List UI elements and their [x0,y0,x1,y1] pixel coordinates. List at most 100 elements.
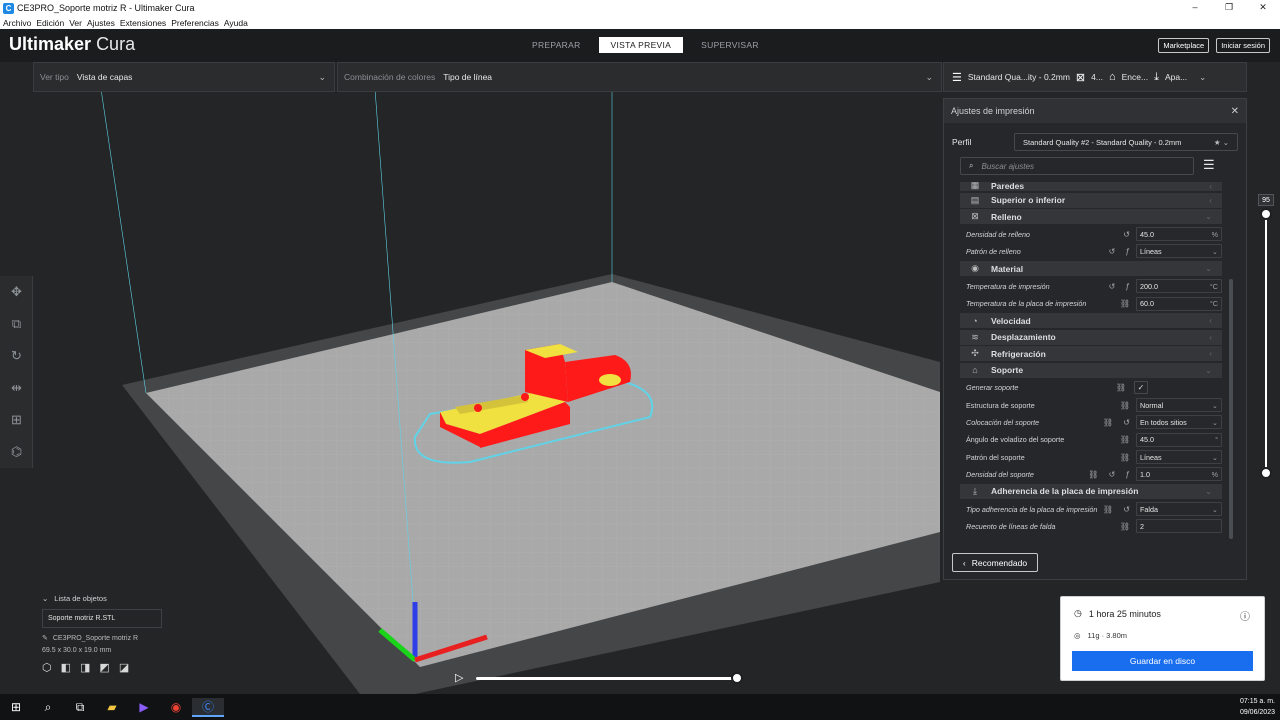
right-view-icon[interactable]: ◪ [119,661,129,674]
path-slider-handle[interactable] [731,672,743,684]
task-view-icon[interactable]: ⧉ [64,700,96,715]
system-clock[interactable]: 07:15 a. m. 09/06/2023 [1240,696,1275,718]
play-icon[interactable]: ▷ [455,671,463,684]
category-relleno[interactable]: ⊠ Relleno ⌄ [960,209,1222,224]
reset-function-icons[interactable]: ↺ ƒ [1109,282,1134,291]
link-icon[interactable]: ⛓ [1120,299,1134,308]
layer-slider[interactable]: 95 [1258,194,1274,484]
category-material[interactable]: ◉ Material ⌄ [960,261,1222,277]
setting-patron-relleno: Patrón de relleno ↺ ƒ Líneas ⌄ [960,243,1222,260]
menu-ajustes[interactable]: Ajustes [87,18,115,28]
tab-vista-previa[interactable]: VISTA PREVIA [598,37,684,53]
settings-menu-icon[interactable]: ☰ [1203,157,1215,173]
marketplace-button[interactable]: Marketplace [1158,38,1210,53]
category-paredes[interactable]: ▦ Paredes ‹ [960,182,1222,191]
project-name[interactable]: ✎ CE3PRO_Soporte motriz R [42,634,172,643]
menu-edicion[interactable]: Edición [36,18,64,28]
view-type-selector[interactable]: Ver tipo Vista de capas ⌄ [33,62,335,92]
infill-pattern-select[interactable]: Líneas ⌄ [1136,244,1222,259]
category-adherencia[interactable]: ⤓ Adherencia de la placa de impresión ⌄ [960,483,1222,499]
menu-ver[interactable]: Ver [69,18,82,28]
link-icon[interactable]: ⛓ [1120,453,1134,462]
settings-scrollbar[interactable] [1229,279,1233,539]
link-icon[interactable]: ⛓ [1120,401,1134,410]
info-icon[interactable]: ⓘ [1240,608,1250,623]
tab-preparar[interactable]: PREPARAR [520,37,593,53]
category-velocidad[interactable]: ◔ Velocidad ‹ [960,313,1222,329]
minimize-button[interactable]: – [1178,0,1212,16]
left-view-icon[interactable]: ◩ [99,661,109,674]
link-icon[interactable]: ⛓ [1120,522,1134,531]
infill-density-input[interactable]: 45.0% [1136,227,1222,242]
close-icon[interactable]: ✕ [1231,106,1239,117]
adhesion-type-select[interactable]: Falda ⌄ [1136,502,1222,517]
setting-temp-placa: Temperatura de la placa de impresión ⛓ 6… [960,295,1222,312]
layer-track[interactable] [1265,214,1267,474]
chevron-left-icon: ‹ [1209,195,1212,205]
top-view-icon[interactable]: ◨ [80,661,90,674]
generate-support-checkbox[interactable]: ✓ [1134,381,1148,395]
support-pattern-select[interactable]: Líneas ⌄ [1136,450,1222,465]
support-blocker-icon[interactable]: ⌬ [0,436,33,468]
link-reset-icons[interactable]: ⛓ ↺ [1103,505,1134,514]
object-list-header[interactable]: ⌄ Lista de objetos [42,594,172,603]
link-reset-function-icons[interactable]: ⛓ ↺ ƒ [1088,470,1134,479]
front-view-icon[interactable]: ◧ [61,661,71,674]
skirt-lines-input[interactable]: 2 [1136,519,1222,534]
link-icon[interactable]: ⛓ [1120,435,1134,444]
tab-supervisar[interactable]: SUPERVISAR [689,37,771,53]
maximize-button[interactable]: ❐ [1212,0,1246,16]
setting-colocacion-soporte: Colocación del soporte ⛓ ↺ En todos siti… [960,414,1222,431]
path-slider-track[interactable] [476,677,738,680]
scale-icon[interactable]: ⧉ [0,308,33,340]
chrome-icon[interactable]: ◉ [160,700,192,714]
link-reset-icons[interactable]: ⛓ ↺ [1103,418,1134,427]
close-button[interactable]: ✕ [1246,0,1280,16]
window-controls: – ❐ ✕ [1178,0,1280,16]
layer-bottom-handle[interactable] [1260,467,1272,479]
menu-ayuda[interactable]: Ayuda [224,18,248,28]
brand-logo: Ultimaker Cura [9,34,136,54]
adhesion-summary: Apa... [1164,72,1188,82]
search-icon[interactable]: ⌕ [32,700,64,715]
recommended-button[interactable]: ‹ Recomendado [952,553,1038,572]
reset-function-icons[interactable]: ↺ ƒ [1109,247,1134,256]
login-button[interactable]: Iniciar sesión [1216,38,1270,53]
menu-preferencias[interactable]: Preferencias [171,18,219,28]
category-soporte[interactable]: ⌂ Soporte ⌄ [960,362,1222,378]
menu-extensiones[interactable]: Extensiones [120,18,166,28]
support-structure-select[interactable]: Normal ⌄ [1136,398,1222,413]
reset-icon[interactable]: ↺ [1123,230,1134,239]
cura-taskbar-icon[interactable]: Ⓒ [192,697,224,717]
menu-archivo[interactable]: Archivo [3,18,31,28]
spool-icon: ◎ [1074,631,1081,640]
file-explorer-icon[interactable]: ▰ [96,700,128,714]
object-list-item[interactable]: Soporte motriz R.STL [42,609,162,628]
category-refrigeracion[interactable]: ✣ Refrigeración ‹ [960,346,1222,362]
link-icon[interactable]: ⛓ [1116,383,1130,392]
category-desplazamiento[interactable]: ≋ Desplazamiento ‹ [960,329,1222,345]
move-icon[interactable]: ✥ [0,276,33,308]
support-density-input[interactable]: 1.0% [1136,467,1222,482]
rotate-icon[interactable]: ↻ [0,340,33,372]
profile-selector[interactable]: Standard Quality #2 - Standard Quality -… [1014,133,1238,151]
print-setup-header[interactable]: ☰ Standard Qua...ity - 0.2mm ⊠ 4... ⌂ En… [943,62,1247,92]
print-temp-input[interactable]: 200.0 °C [1136,279,1222,294]
category-superior-inferior[interactable]: ▤ Superior o inferior ‹ [960,192,1222,208]
mirror-icon[interactable]: ⇹ [0,372,33,404]
setting-estructura-soporte: Estructura de soporte ⛓ Normal ⌄ [960,396,1222,413]
per-model-settings-icon[interactable]: ⊞ [0,404,33,436]
color-scheme-selector[interactable]: Combinación de colores Tipo de línea ⌄ [337,62,942,92]
start-icon[interactable]: ⊞ [0,700,32,714]
support-placement-select[interactable]: En todos sitios ⌄ [1136,415,1222,430]
bed-temp-input[interactable]: 60.0 °C [1136,296,1222,311]
layer-number[interactable]: 95 [1258,194,1274,206]
3d-view-icon[interactable]: ⬡ [42,661,52,674]
save-to-disk-button[interactable]: Guardar en disco [1072,651,1253,671]
travel-icon: ≋ [971,331,979,342]
overhang-angle-input[interactable]: 45.0 ° [1136,432,1222,447]
settings-search-input[interactable]: ⌕ Buscar ajustes [960,157,1194,175]
layer-top-handle[interactable] [1260,208,1272,220]
panel-header: Ajustes de impresión ✕ [944,99,1246,123]
media-player-icon[interactable]: ▶ [128,700,160,714]
